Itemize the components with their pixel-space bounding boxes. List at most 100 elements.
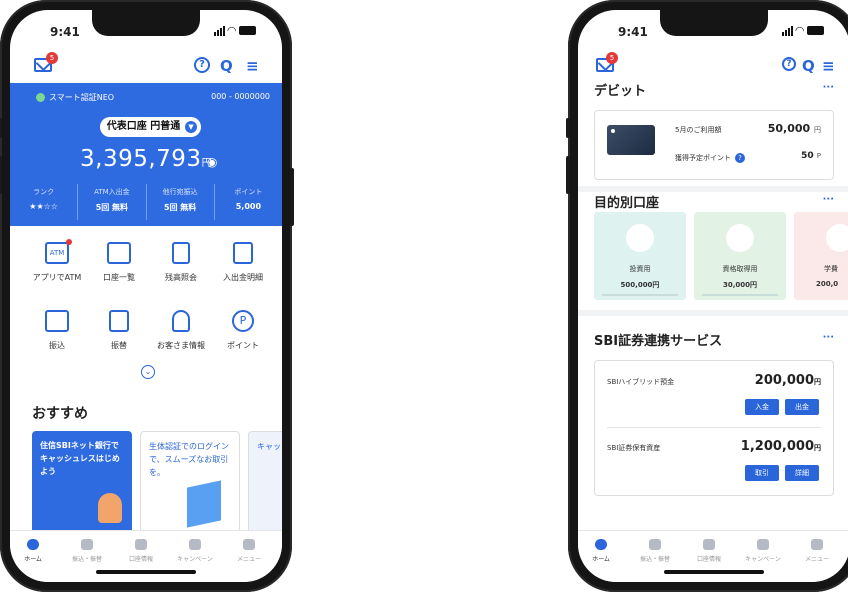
transfer-icon: [81, 539, 93, 550]
chevron-down-icon: ▼: [185, 121, 197, 133]
purpose-account-tuition[interactable]: 学費 200,0: [794, 212, 848, 300]
stat-label: ランク: [33, 188, 55, 196]
tab-label: 振込・振替: [71, 556, 102, 563]
menu-transfer[interactable]: 振込: [26, 310, 88, 351]
menu-balance[interactable]: 残高照会: [150, 242, 212, 283]
debit-card-box[interactable]: 5月のご利用額 50,000 円 獲得予定ポイント? 50 P: [594, 110, 834, 180]
menu-app-atm[interactable]: ATM アプリでATM: [26, 239, 88, 283]
wifi-icon: ◠: [227, 24, 236, 37]
debit-month-value: 50,000: [767, 122, 811, 135]
question-icon[interactable]: ?: [735, 153, 745, 163]
promo-card[interactable]: キャッシアプリで: [248, 431, 282, 535]
stat-label: ポイント: [234, 188, 263, 196]
menu-label: お客さま情報: [157, 341, 205, 350]
menu-label: アプリでATM: [32, 273, 82, 282]
purpose-progress: [702, 294, 778, 296]
purpose-name: 資格取得用: [722, 265, 758, 273]
grid-icon: [811, 539, 823, 550]
menu-label: 振替: [111, 341, 127, 350]
tab-label: 口座情報: [128, 556, 153, 563]
battery-icon: [807, 26, 824, 35]
points-icon: P: [232, 310, 254, 332]
search-icon[interactable]: Q: [802, 57, 815, 75]
tab-account[interactable]: 口座情報: [114, 539, 168, 563]
help-icon[interactable]: ?: [782, 57, 796, 71]
debit-month-label: 5月のご利用額: [675, 126, 722, 134]
promo-card[interactable]: 住信SBIネット銀行でキャッシュレスはじめよう: [32, 431, 132, 535]
purpose-name: 学費: [824, 265, 838, 273]
yen-unit: 円: [814, 444, 821, 452]
sbi-assets-amount: 1,200,000円: [741, 439, 821, 454]
atm-icon-text: ATM: [49, 249, 65, 257]
tab-menu[interactable]: メニュー: [790, 539, 844, 563]
grid-icon: [243, 539, 255, 550]
gift-icon: [757, 539, 769, 550]
home-indicator[interactable]: [664, 570, 764, 574]
signal-icon: [213, 25, 225, 36]
tab-campaign[interactable]: キャンペーン: [168, 539, 222, 563]
account-type-selector[interactable]: 代表口座 円普通 ▼: [100, 117, 201, 137]
debit-points-value: 50: [801, 151, 814, 161]
menu-customer-info[interactable]: お客さま情報: [150, 310, 212, 351]
signal-icon: [781, 25, 793, 36]
services-screen: 9:41 ◠ 5 ? Q ≡ デビット ··· 5月のご利用額 50,000 円…: [578, 10, 848, 582]
purpose-amount: 500,000円: [620, 281, 660, 289]
money-bag-icon: [626, 224, 654, 252]
tab-label: 口座情報: [696, 556, 721, 563]
tab-label: キャンペーン: [745, 556, 781, 563]
purpose-account-investment[interactable]: 投資用 500,000円: [594, 212, 686, 300]
tab-home[interactable]: ホーム: [578, 539, 628, 563]
promo-text: キャッシアプリで: [257, 442, 282, 451]
menu-statement[interactable]: 入出金明細: [212, 242, 274, 283]
tab-transfer[interactable]: 振込・振替: [60, 539, 114, 563]
eye-icon[interactable]: ◉: [207, 155, 217, 169]
search-icon[interactable]: Q: [220, 57, 233, 75]
phone-services: 9:41 ◠ 5 ? Q ≡ デビット ··· 5月のご利用額 50,000 円…: [566, 0, 848, 592]
balance-value: 3,395,793: [80, 146, 202, 172]
tab-label: メニュー: [804, 556, 829, 563]
tab-home[interactable]: ホーム: [10, 539, 60, 563]
help-icon[interactable]: ?: [194, 57, 210, 73]
tab-campaign[interactable]: キャンペーン: [736, 539, 790, 563]
stat-value: ★★☆☆: [29, 202, 58, 211]
purpose-account-license[interactable]: 資格取得用 30,000円: [694, 212, 786, 300]
recommend-title: おすすめ: [32, 406, 88, 422]
menu-icon[interactable]: ≡: [822, 57, 835, 75]
sbi-hybrid-value: 200,000: [754, 373, 814, 388]
purpose-name: 投資用: [629, 265, 651, 273]
debit-points-amount: 50 P: [801, 151, 821, 161]
card-icon: [703, 539, 715, 550]
home-screen: 9:41 ◠ 5 ? Q ≡ スマート認証NEO 000 - 0000000 代…: [10, 10, 282, 582]
promo-carousel[interactable]: 住信SBIネット銀行でキャッシュレスはじめよう 生体認証でのログインで、スムーズ…: [32, 431, 282, 535]
stat-atm: ATM入出金 5回 無料: [77, 184, 145, 220]
detail-button[interactable]: 詳細: [785, 465, 819, 481]
smart-auth-neo[interactable]: スマート認証NEO: [36, 92, 114, 103]
sbi-title: SBI証券連携サービス: [594, 334, 723, 349]
promo-text: 生体認証でのログインで、スムーズなお取引を。: [149, 442, 229, 477]
more-icon[interactable]: ···: [823, 194, 834, 205]
account-stats: ランク ★★☆☆ ATM入出金 5回 無料 他行宛振込 5回 無料 ポイント 5,000: [10, 184, 282, 220]
more-icon[interactable]: ···: [823, 332, 834, 343]
home-indicator[interactable]: [96, 570, 196, 574]
promo-card[interactable]: 生体認証でのログインで、スムーズなお取引を。: [140, 431, 240, 535]
menu-account-list[interactable]: 口座一覧: [88, 242, 150, 283]
tab-transfer[interactable]: 振込・振替: [628, 539, 682, 563]
more-icon[interactable]: ···: [823, 82, 834, 93]
debit-points-text: 獲得予定ポイント: [675, 154, 731, 162]
withdraw-button[interactable]: 出金: [785, 399, 819, 415]
menu-swap[interactable]: 振替: [88, 310, 150, 351]
menu-icon[interactable]: ≡: [246, 57, 259, 75]
expand-menu-icon[interactable]: ⌄: [141, 365, 155, 379]
deposit-button[interactable]: 入金: [745, 399, 779, 415]
yen-unit: 円: [814, 378, 821, 386]
stat-transfer: 他行宛振込 5回 無料: [145, 184, 214, 220]
tab-label: 振込・振替: [639, 556, 670, 563]
stat-label: ATM入出金: [94, 188, 130, 196]
tab-account[interactable]: 口座情報: [682, 539, 736, 563]
status-time: 9:41: [50, 25, 80, 39]
sbi-hybrid-label: SBIハイブリッド預金: [607, 378, 675, 386]
trade-button[interactable]: 取引: [745, 465, 779, 481]
menu-label: 入出金明細: [223, 273, 263, 282]
menu-points[interactable]: P ポイント: [212, 310, 274, 351]
tab-menu[interactable]: メニュー: [222, 539, 276, 563]
